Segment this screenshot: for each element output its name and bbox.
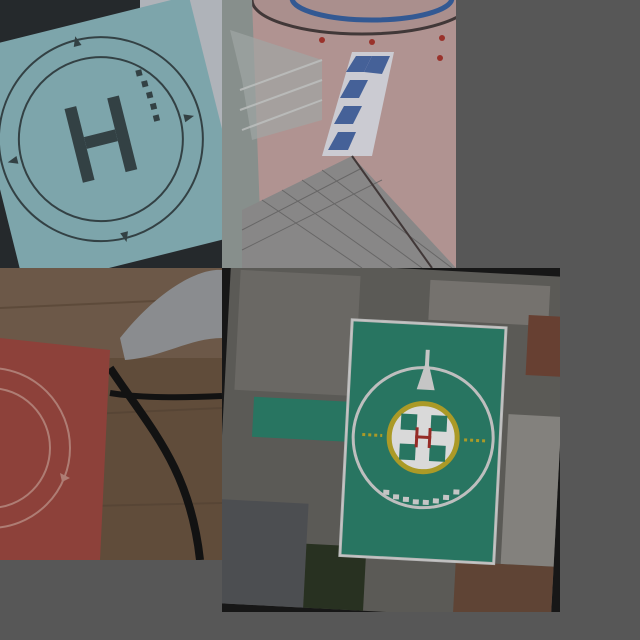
photo-tile-blue-helipad-mat [0,0,222,270]
photo-tile-red-helipad-mat [0,268,222,560]
red-mat-image [0,268,222,560]
blue-mat-image [0,0,222,270]
photo-tile-aerial-helipad [222,268,560,612]
aerial-helipad-image [222,268,560,612]
photo-tile-rooftop-ramp [222,0,456,268]
rooftop-ramp-image [222,0,456,268]
